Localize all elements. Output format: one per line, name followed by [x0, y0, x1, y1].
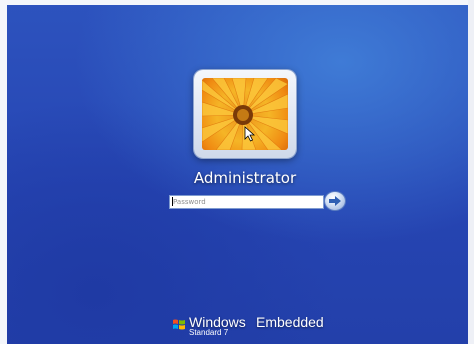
password-input[interactable] [169, 195, 324, 209]
screen-border-right [468, 0, 474, 344]
login-screen: Administrator Windows Embedded Standard … [0, 0, 474, 344]
mouse-cursor-icon [244, 126, 256, 142]
windows-flag-icon [173, 319, 185, 330]
username-label: Administrator [193, 169, 297, 187]
brand-product-text: Embedded [256, 314, 324, 330]
arrow-right-icon [329, 196, 341, 206]
user-tile[interactable] [194, 70, 296, 158]
brand-edition-text: Standard 7 [189, 328, 229, 337]
screen-border-top [0, 0, 474, 5]
submit-button[interactable] [325, 192, 345, 210]
windows-embedded-logo: Windows Embedded Standard 7 [172, 314, 342, 342]
screen-border-left [0, 0, 7, 344]
text-caret [172, 197, 173, 206]
